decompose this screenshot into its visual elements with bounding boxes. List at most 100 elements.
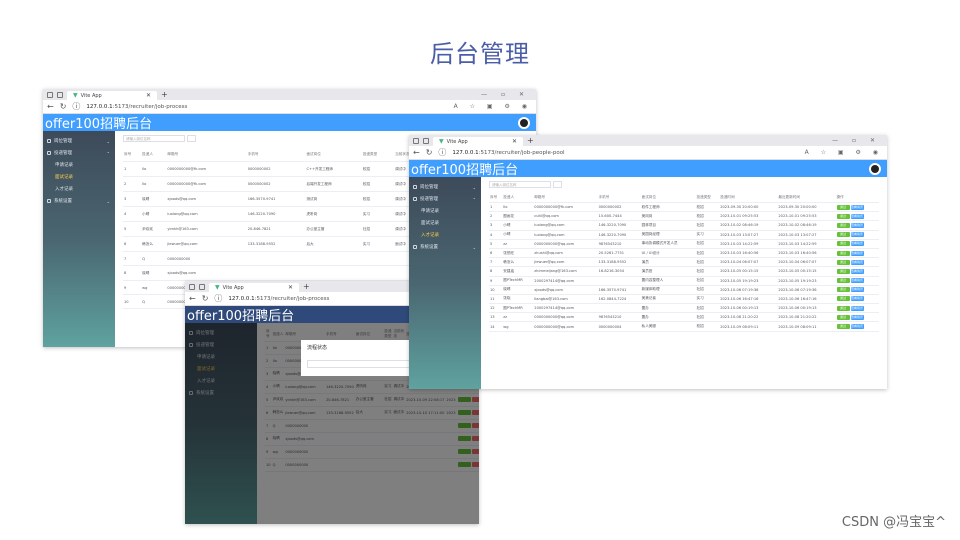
table-cell: 置内容整理人 [640,276,696,286]
table-row[interactable]: 3 小晴 luoiang@qq.com 146-3220-7090 园林项目 社招 2023… [489,220,879,231]
sidebar-item-settings[interactable]: 系统设置 ⌄ [43,195,115,207]
table-row[interactable]: 13 zz 0000000000@qq.com 9876543210 置办 社招 2023-… [489,312,879,323]
back-icon[interactable]: ← [413,148,420,157]
pass-button[interactable]: 通过 [836,232,850,238]
view-resume-button[interactable]: 查看简历 [850,268,864,274]
table-cell: luoiang@qq.com [166,206,247,222]
window-icon[interactable] [189,283,195,290]
pass-button[interactable]: 通过 [836,324,850,330]
info-icon[interactable]: ⓘ [214,293,222,304]
view-resume-button[interactable]: 查看简历 [850,259,864,265]
reload-icon[interactable]: ↻ [60,102,67,111]
pass-button[interactable]: 通过 [836,287,850,293]
sidebar-item-jobs[interactable]: 岗位管理 ⌄ [409,181,481,193]
table-row[interactable]: 5 zz 0000000000@qq.com 9876543210 事动协调模式开发人员… [489,239,879,249]
sidebar-item-apply-records[interactable]: 申请记录 [409,205,481,217]
close-icon[interactable]: ✕ [512,138,517,145]
table-row[interactable]: 8 安建庙 zhimmeijang@163.com 16-8216-3054 演员官 社招… [489,266,879,277]
sidebar-item-settings[interactable]: 系统设置 ⌄ [409,241,481,253]
new-tab-icon[interactable]: + [303,282,310,291]
view-resume-button[interactable]: 查看简历 [850,213,864,219]
view-resume-button[interactable]: 查看简历 [850,250,864,256]
pass-button[interactable]: 通过 [836,305,850,311]
view-resume-button[interactable]: 查看简历 [850,222,864,228]
browser-toolbar-icons[interactable]: A ☆ ▣ ⚙ ◉ [454,103,532,110]
pass-button[interactable]: 通过 [836,241,850,247]
sidebar-item-hire-records[interactable]: 入才记录 [43,183,115,195]
sidebar-item-interview-records[interactable]: 面试记录 [43,171,115,183]
table-cell: 2023-10-02 08:46:19 [777,220,836,231]
sidebar-item-apply-records[interactable]: 申请记录 [43,159,115,171]
close-icon[interactable]: ✕ [146,92,151,99]
view-resume-button[interactable]: 查看简历 [850,287,864,293]
back-icon[interactable]: ← [189,294,196,303]
url-field[interactable]: 127.0.0.1:5173/recruiter/job-process [228,296,329,302]
avatar[interactable] [518,116,530,129]
window-controls[interactable]: — ▫ ✕ [481,91,530,98]
search-button[interactable] [553,181,562,188]
table-row[interactable]: 7 韩怎么 jiewuer@qq.com 133-3188-9552 演员 社招 2023-… [489,257,879,268]
table-cell: 8 [123,265,142,281]
pass-button[interactable]: 通过 [836,278,850,284]
pass-button[interactable]: 通过 [836,222,850,228]
table-row[interactable]: 6 张悦旺 zhushi@qq.com 20-5261-7751 UI / UI设计 社招… [489,248,879,259]
pass-button[interactable]: 通过 [836,314,850,320]
table-row[interactable]: 1 llo 0000000000@fk.com 0000000002 软件工程师 校招 20… [489,202,879,213]
back-icon[interactable]: ← [47,102,54,111]
table-row[interactable]: 2 图画花 cuiti@qq.com 15-600-7444 美岗岗 校招 2023-10-… [489,211,879,222]
view-resume-button[interactable]: 查看简历 [850,204,864,210]
info-icon[interactable]: ⓘ [72,101,80,112]
view-resume-button[interactable]: 查看简历 [850,305,864,311]
table-row[interactable]: 11 张晓 llangbai@163.com 162-0844-7224 美美记者 实习 2… [489,294,879,305]
column-header: 面试岗位 [305,147,362,162]
new-tab-icon[interactable]: + [527,136,534,145]
table-row[interactable]: 14 wg 0000000000@qq.com 0000000004 私人美服 校招 202… [489,321,879,332]
url-field[interactable]: 127.0.0.1:5173/recruiter/job-process [86,104,187,110]
pass-button[interactable]: 通过 [836,268,850,274]
sidebar-item-jobs[interactable]: 岗位管理 ⌄ [43,135,115,147]
window-icon[interactable] [47,91,53,98]
view-resume-button[interactable]: 查看简历 [850,278,864,284]
browser-tab[interactable]: ▼ Vite App ✕ [67,91,157,100]
browser-toolbar-icons[interactable]: A ☆ ▣ ⚙ ◉ [805,149,883,156]
view-resume-button[interactable]: 查看简历 [850,232,864,238]
reload-icon[interactable]: ↻ [426,148,433,157]
info-icon[interactable]: ⓘ [438,147,446,158]
table-cell: 13 [489,312,503,323]
view-resume-button[interactable]: 查看简历 [850,296,864,302]
sidebar-item-delivery[interactable]: 投递管理 ⌃ [409,193,481,205]
pass-button[interactable]: 通过 [836,296,850,302]
browser-tab[interactable]: ▼ Vite App ✕ [209,283,299,292]
view-resume-button[interactable]: 查看简历 [850,324,864,330]
tab-actions-icon[interactable] [57,91,63,98]
browser-tab[interactable]: ▼ Vite App ✕ [433,137,523,146]
avatar[interactable] [869,162,881,175]
sidebar-item-hire-records[interactable]: 入才记录 [409,229,481,241]
table-cell: xjoods@qq.com [533,285,598,295]
reload-icon[interactable]: ↻ [202,294,209,303]
table-row[interactable]: 4 小晴 luoiang@qq.com 146-3220-7090 美园岗经理 实习 202… [489,230,879,240]
search-input[interactable]: 请输入岗位名称 [123,135,185,142]
sidebar-item-delivery[interactable]: 投递管理 ⌃ [43,147,115,159]
table-cell [305,251,362,266]
search-input[interactable]: 请输入岗位名称 [489,181,551,188]
close-icon[interactable]: ✕ [288,284,293,291]
sidebar-item-interview-records[interactable]: 面试记录 [409,217,481,229]
tab-actions-icon[interactable] [423,137,429,144]
table-cell: 2023-10-09 08:09:11 [777,321,836,332]
url-field[interactable]: 127.0.0.1:5173/recruiter/job-people-pool [452,150,564,156]
pass-button[interactable]: 通过 [836,213,850,219]
view-resume-button[interactable]: 查看简历 [850,241,864,247]
table-row[interactable]: 9 图PTechMR 2000297414@qq.com 置内容整理人 社招 2023-1… [489,276,879,286]
pass-button[interactable]: 通过 [836,204,850,210]
window-icon[interactable] [413,137,419,144]
search-button[interactable] [187,135,196,142]
table-row[interactable]: 12 图PTechMR 2000297414@qq.com 置办 社招 2023-10-0… [489,303,879,314]
pass-button[interactable]: 通过 [836,259,850,265]
window-controls[interactable]: — ▫ ✕ [832,137,881,144]
new-tab-icon[interactable]: + [161,90,168,99]
pass-button[interactable]: 通过 [836,250,850,256]
tab-actions-icon[interactable] [199,283,205,290]
view-resume-button[interactable]: 查看简历 [850,314,864,320]
table-row[interactable]: 10 晓晴 xjoods@qq.com 166-3570-9741 新媒体助理 社招 202… [489,285,879,295]
